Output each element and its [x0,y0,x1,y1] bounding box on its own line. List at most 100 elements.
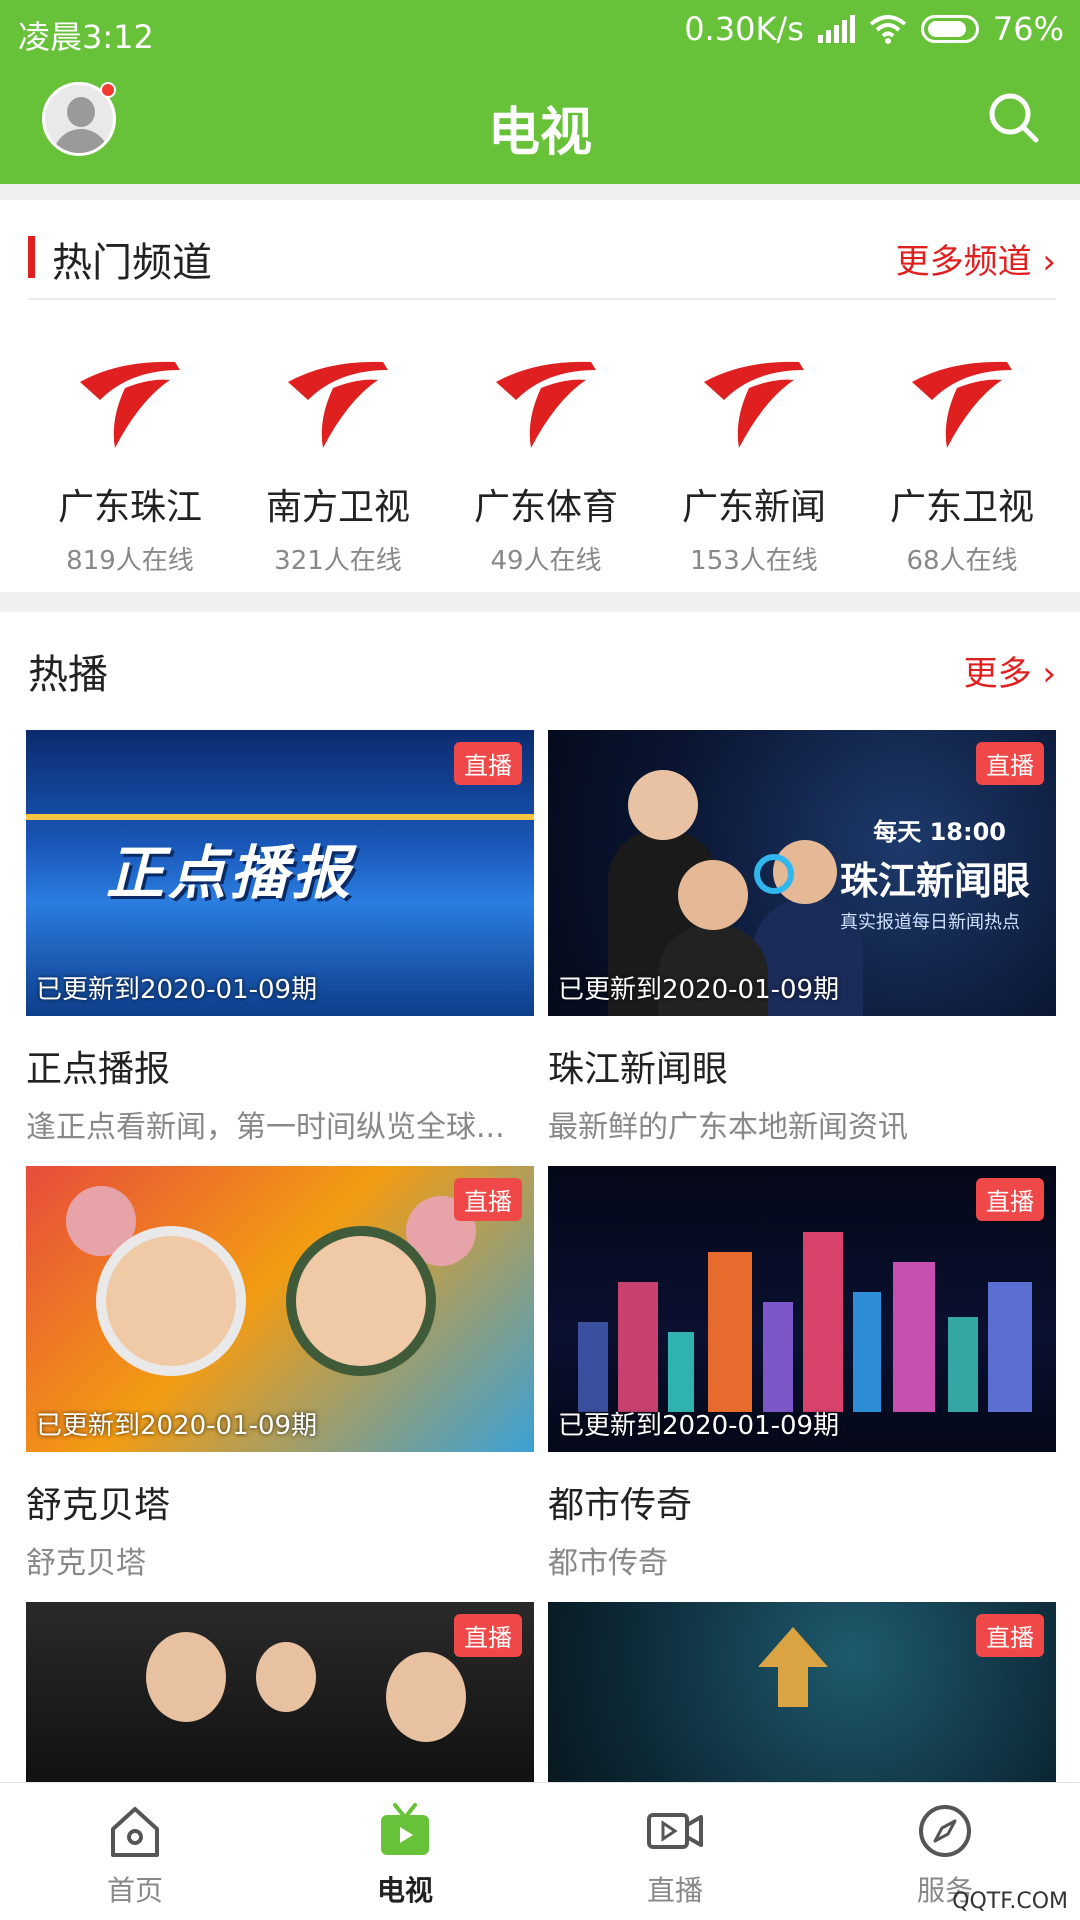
thumbnail-schedule: 每天 18:00 [873,818,1006,846]
skyline-building [668,1332,694,1412]
thumbnail-subtitle: 真实报道每日新闻热点 [840,912,1020,933]
program-thumbnail[interactable]: 直播 [548,1602,1056,1782]
thumbnail-title-art: 正点播报 [106,839,355,907]
presenter-figure [678,860,748,930]
nav-label: 电视 [376,1874,433,1907]
network-speed: 0.30K/s [684,10,804,48]
program-description: 最新鲜的广东本地新闻资讯 [548,1110,908,1145]
update-label: 已更新到2020-01-09期 [36,975,318,1005]
thumbnail-title-art: 珠江新闻眼 [839,859,1030,903]
channel-online-count: 49人在线 [490,546,602,576]
program-description: 都市传奇 [548,1546,668,1581]
channel-name: 广东卫视 [889,487,1034,528]
program-thumbnail[interactable]: 正点播报 直播 已更新到2020-01-09期 [26,730,534,1016]
nav-live[interactable]: 直播 [540,1783,810,1920]
watermark: QQTF.COM [952,1889,1068,1914]
nav-label: 首页 [106,1874,163,1907]
channel-online-count: 819人在线 [66,546,194,576]
skyline-building [618,1282,658,1412]
nav-label: 直播 [646,1874,703,1907]
program-card[interactable]: 直播 [26,1602,534,1782]
channel-item[interactable]: 南方卫视 321人在线 [234,340,442,577]
channel-online-count: 321人在线 [274,546,402,576]
program-card[interactable]: 每天 18:00 珠江新闻眼 真实报道每日新闻热点 直播 已更新到2020-01… [548,730,1056,1146]
channel-item[interactable]: 广东珠江 819人在线 [26,340,234,577]
battery-level: 76% [992,10,1064,48]
battery-icon [920,15,979,43]
hot-channels-section: 热门频道 更多频道 › 广东珠江 819人在线 南方卫视 321人在线 广东体育… [0,200,1080,592]
live-badge: 直播 [454,742,522,785]
cast-face [146,1632,226,1722]
cast-face [256,1642,316,1712]
page-title: 电视 [487,103,592,163]
live-badge: 直播 [976,1178,1044,1221]
live-badge: 直播 [976,742,1044,785]
program-description: 舒克贝塔 [26,1546,146,1581]
skyline-building [763,1302,793,1412]
more-channels-link[interactable]: 更多频道 › [896,234,1056,283]
cartoon-character [286,1226,436,1376]
channel-online-count: 68人在线 [906,546,1018,576]
skyline-building [853,1292,881,1412]
program-thumbnail[interactable]: 每天 18:00 珠江新闻眼 真实报道每日新闻热点 直播 已更新到2020-01… [548,730,1056,1016]
gdtv-logo-icon [496,361,596,448]
channel-online-count: 153人在线 [690,546,818,576]
status-bar: 凌晨3:12 0.30K/s 76% [0,0,1080,62]
program-title: 珠江新闻眼 [548,1049,729,1090]
compass-icon [919,1805,971,1857]
gdtv-logo-icon [912,361,1012,448]
gdtv-logo-icon [704,361,804,448]
program-card[interactable]: 直播 已更新到2020-01-09期 都市传奇 都市传奇 [548,1166,1056,1582]
channel-list: 广东珠江 819人在线 南方卫视 321人在线 广东体育 49人在线 广东新闻 … [0,340,1080,577]
status-right: 0.30K/s 76% [684,10,1064,48]
program-title: 舒克贝塔 [26,1485,171,1526]
presenter-figure [628,770,698,840]
program-title: 正点播报 [26,1049,171,1090]
wifi-icon [869,15,907,44]
show-logo-icon [754,854,794,894]
channel-item[interactable]: 广东新闻 153人在线 [650,340,858,577]
status-time: 凌晨3:12 [18,18,154,56]
signal-icon [817,15,855,43]
home-icon [111,1807,159,1857]
skyline-building [708,1252,752,1412]
program-card[interactable]: 直播 已更新到2020-01-09期 舒克贝塔 舒克贝塔 [26,1166,534,1582]
channel-item[interactable]: 广东体育 49人在线 [442,340,650,577]
nav-tv[interactable]: 电视 [270,1783,540,1920]
program-thumbnail[interactable]: 直播 已更新到2020-01-09期 [548,1166,1056,1452]
more-broadcast-link[interactable]: 更多 › [964,646,1056,695]
program-thumbnail[interactable]: 直播 [26,1602,534,1782]
section-marker [28,236,35,278]
channel-name: 广东珠江 [57,487,202,528]
channel-name: 广东新闻 [681,487,826,528]
bottom-nav: 首页 电视 直播 服务 QQTF.COM [0,1782,1080,1920]
gdtv-logo-icon [288,361,388,448]
arrow-logo-icon [758,1627,828,1707]
nav-home[interactable]: 首页 [0,1783,270,1920]
video-camera-icon [647,1813,703,1849]
hot-broadcast-section: 热播 更多 › 正点播报 直播 已更新到2020-01-09期 正点播报 逢正点… [0,612,1080,1782]
program-card[interactable]: 直播 [548,1602,1056,1782]
program-thumbnail[interactable]: 直播 已更新到2020-01-09期 [26,1166,534,1452]
search-icon[interactable] [986,90,1042,146]
cartoon-character [96,1226,246,1376]
update-label: 已更新到2020-01-09期 [558,1411,840,1441]
program-description: 逢正点看新闻，第一时间纵览全球... [26,1110,505,1145]
skyline-building [893,1262,935,1412]
live-badge: 直播 [976,1614,1044,1657]
skyline-building [948,1317,978,1412]
program-card[interactable]: 正点播报 直播 已更新到2020-01-09期 正点播报 逢正点看新闻，第一时间… [26,730,534,1146]
update-label: 已更新到2020-01-09期 [36,1411,318,1441]
hot-channels-title: 热门频道 [52,240,212,286]
gdtv-logo-icon [80,361,180,448]
channel-item[interactable]: 广东卫视 68人在线 [858,340,1066,577]
channel-name: 广东体育 [473,487,618,528]
hot-channels-header: 热门频道 更多频道 › [0,200,1080,298]
hot-broadcast-title: 热播 [28,652,108,698]
update-label: 已更新到2020-01-09期 [558,975,840,1005]
skyline-building [803,1232,843,1412]
program-title: 都市传奇 [548,1485,693,1526]
thumbnail-stripe [26,814,534,820]
cast-face [386,1652,466,1742]
live-badge: 直播 [454,1614,522,1657]
